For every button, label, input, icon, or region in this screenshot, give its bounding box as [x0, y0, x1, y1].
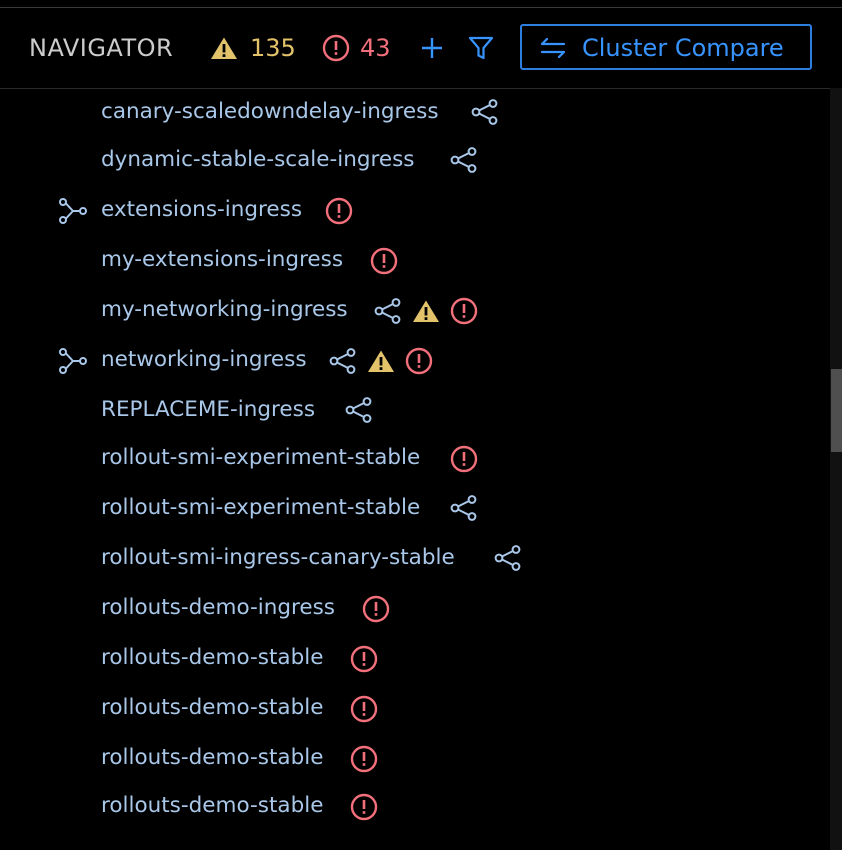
item-status [362, 595, 390, 623]
error-icon [370, 247, 398, 275]
share-icon [471, 99, 498, 125]
list-item[interactable]: rollouts-demo-stable [0, 786, 830, 826]
item-status [350, 695, 378, 723]
error-icon [325, 197, 353, 225]
cluster-compare-label: Cluster Compare [582, 34, 784, 62]
plus-icon[interactable] [420, 36, 444, 60]
item-status [374, 297, 478, 325]
expand-icon[interactable] [59, 198, 87, 224]
item-label: rollouts-demo-stable [101, 793, 324, 818]
resource-list: canary-scaledowndelay-ingress dynamic-st… [0, 88, 830, 850]
item-label: rollouts-demo-ingress [101, 595, 336, 620]
share-icon [450, 495, 477, 521]
error-icon [450, 445, 478, 473]
item-status [450, 495, 478, 521]
list-item[interactable]: rollouts-demo-stable [0, 638, 830, 678]
item-label: rollouts-demo-stable [101, 645, 324, 670]
item-label: extensions-ingress [101, 197, 303, 222]
item-label: REPLACEME-ingress [101, 397, 316, 422]
list-item[interactable]: my-networking-ingress [0, 290, 830, 330]
error-icon [405, 347, 433, 375]
item-status [350, 645, 378, 673]
error-count[interactable]: 43 [360, 34, 391, 62]
expand-icon[interactable] [59, 348, 87, 374]
item-label: rollout-smi-experiment-stable [101, 445, 421, 470]
error-icon [362, 595, 390, 623]
warning-icon[interactable] [210, 36, 238, 60]
navigator-panel: NAVIGATOR 135 43 Cluster Compare canary-… [0, 0, 842, 850]
item-label: networking-ingress [101, 347, 307, 372]
share-icon [374, 298, 401, 324]
item-label: my-networking-ingress [101, 297, 348, 322]
error-icon [350, 645, 378, 673]
warning-icon [413, 300, 439, 322]
item-status [345, 397, 373, 423]
share-icon [450, 147, 477, 173]
share-icon [494, 545, 521, 571]
share-icon [329, 348, 356, 374]
list-item[interactable]: rollouts-demo-stable [0, 738, 830, 778]
item-status [471, 99, 499, 125]
scrollbar-thumb[interactable] [831, 369, 842, 452]
item-status [450, 147, 478, 173]
list-item[interactable]: networking-ingress [0, 340, 830, 380]
item-status [329, 347, 433, 375]
item-status [350, 745, 378, 773]
vertical-scrollbar[interactable] [830, 88, 842, 850]
cluster-compare-button[interactable]: Cluster Compare [520, 24, 812, 70]
item-label: my-extensions-ingress [101, 247, 344, 272]
list-item[interactable]: rollouts-demo-stable [0, 688, 830, 728]
navigator-header: NAVIGATOR 135 43 Cluster Compare [0, 8, 842, 88]
list-item[interactable]: rollouts-demo-ingress [0, 588, 830, 628]
list-item[interactable]: dynamic-stable-scale-ingress [0, 140, 830, 180]
filter-icon[interactable] [468, 35, 494, 61]
error-icon[interactable] [322, 34, 350, 62]
item-status [450, 445, 478, 473]
error-icon [350, 695, 378, 723]
item-status [494, 545, 522, 571]
list-item[interactable]: REPLACEME-ingress [0, 390, 830, 430]
item-status [370, 247, 398, 275]
list-item[interactable]: canary-scaledowndelay-ingress [0, 92, 830, 132]
item-status [325, 197, 353, 225]
warning-icon [368, 350, 394, 372]
warning-count[interactable]: 135 [250, 34, 296, 62]
item-label: rollouts-demo-stable [101, 695, 324, 720]
list-item[interactable]: rollout-smi-experiment-stable [0, 488, 830, 528]
list-item[interactable]: my-extensions-ingress [0, 240, 830, 280]
error-icon [350, 793, 378, 821]
list-item[interactable]: rollout-smi-experiment-stable [0, 438, 830, 478]
list-item[interactable]: extensions-ingress [0, 190, 830, 230]
share-icon [345, 397, 372, 423]
item-label: dynamic-stable-scale-ingress [101, 147, 415, 172]
error-icon [350, 745, 378, 773]
item-label: rollout-smi-experiment-stable [101, 495, 421, 520]
item-status [350, 793, 378, 821]
item-label: canary-scaledowndelay-ingress [101, 99, 439, 124]
item-label: rollout-smi-ingress-canary-stable [101, 545, 455, 570]
list-item[interactable]: rollout-smi-ingress-canary-stable [0, 538, 830, 578]
item-label: rollouts-demo-stable [101, 745, 324, 770]
swap-arrows-icon [540, 38, 566, 58]
panel-title: NAVIGATOR [29, 34, 174, 62]
error-icon [450, 297, 478, 325]
